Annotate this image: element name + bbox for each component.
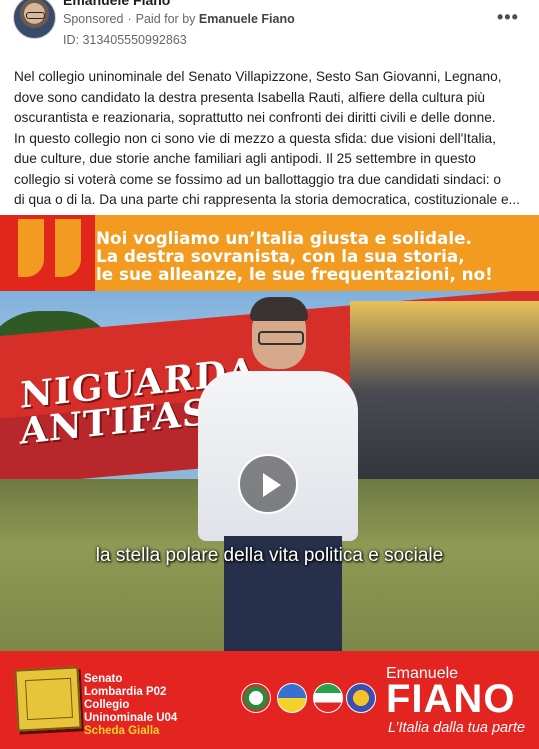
- more-options-icon[interactable]: •••: [497, 7, 519, 28]
- ballot-highlight: Scheda Gialla: [84, 725, 160, 737]
- post-text-line: dove sono candidato la destra presenta I…: [14, 89, 485, 105]
- post-text: Nel collegio uninominale del Senato Vill…: [14, 67, 529, 211]
- post-text-line: collegio si voterà come se fossimo ad un…: [14, 171, 501, 187]
- quote-mark-shape: [55, 219, 81, 277]
- quote-banner: Noi vogliamo un’Italia giusta e solidale…: [0, 215, 539, 291]
- ad-card: Emanuele Fiano Sponsored · Paid for by Ema…: [0, 0, 539, 749]
- banner-line-3: le sue alleanze, le sue frequentazioni, …: [96, 264, 493, 284]
- pd-logo-icon: [241, 683, 271, 713]
- ballot-info-line: Uninominale U04: [84, 712, 178, 724]
- post-text-line: In questo collegio non ci sono vie di me…: [14, 130, 496, 146]
- campaign-slogan: L’Italia dalla tua parte: [388, 720, 526, 736]
- post-text-line[interactable]: di qua o di la. Da una parte chi rappres…: [14, 190, 529, 211]
- quote-mark-icon: [0, 215, 95, 291]
- candidate-hair: [250, 297, 308, 321]
- sponsored-line: Sponsored · Paid for by Emanuele Fiano: [63, 12, 295, 26]
- banner-line-1: Noi vogliamo un’Italia giusta e solidale…: [96, 228, 472, 248]
- quote-mark-shape: [18, 219, 44, 277]
- candidate-glasses: [258, 331, 304, 345]
- post-text-line: due culture, due storie anche familiari …: [14, 151, 476, 166]
- ballot-info: Senato Lombardia P02 Collegio Uninominal…: [84, 673, 177, 738]
- paid-for-prefix: Paid for by: [135, 12, 196, 26]
- advertiser-avatar[interactable]: [13, 0, 56, 39]
- candidate-last-name: FIANO: [386, 677, 516, 721]
- europa-logo-icon: [277, 683, 307, 713]
- banner-line-2: La destra sovranista, con la sua storia,: [96, 246, 465, 266]
- advertiser-name[interactable]: Emanuele Fiano: [63, 0, 170, 8]
- separator-dot: ·: [127, 12, 132, 26]
- ballot-info-line: Senato: [84, 673, 123, 685]
- ballot-inner: [24, 677, 74, 721]
- campaign-footer: Senato Lombardia P02 Collegio Uninominal…: [0, 651, 539, 749]
- ballot-info-line: Collegio: [84, 699, 130, 711]
- post-text-line: oscurantista e reazionaria, soprattutto …: [14, 110, 496, 125]
- mural-skyline: [350, 301, 539, 501]
- verdi-sinistra-logo-icon: [313, 683, 343, 713]
- post-text-line: Nel collegio uninominale del Senato Vill…: [14, 69, 502, 84]
- impegno-civico-logo-icon: [346, 683, 376, 713]
- video-player[interactable]: NIGUARDA ANTIFASCISTA la stella polare d…: [0, 291, 539, 651]
- paid-for-name[interactable]: Emanuele Fiano: [199, 12, 295, 26]
- video-caption: la stella polare della vita politica e s…: [95, 545, 444, 566]
- avatar-glasses: [26, 12, 45, 19]
- ballot-info-line: Lombardia P02: [84, 686, 167, 698]
- ballot-icon: [14, 666, 82, 732]
- sponsored-label: Sponsored: [63, 12, 124, 26]
- play-icon[interactable]: [238, 454, 298, 514]
- ad-id: ID: 313405550992863: [63, 33, 187, 47]
